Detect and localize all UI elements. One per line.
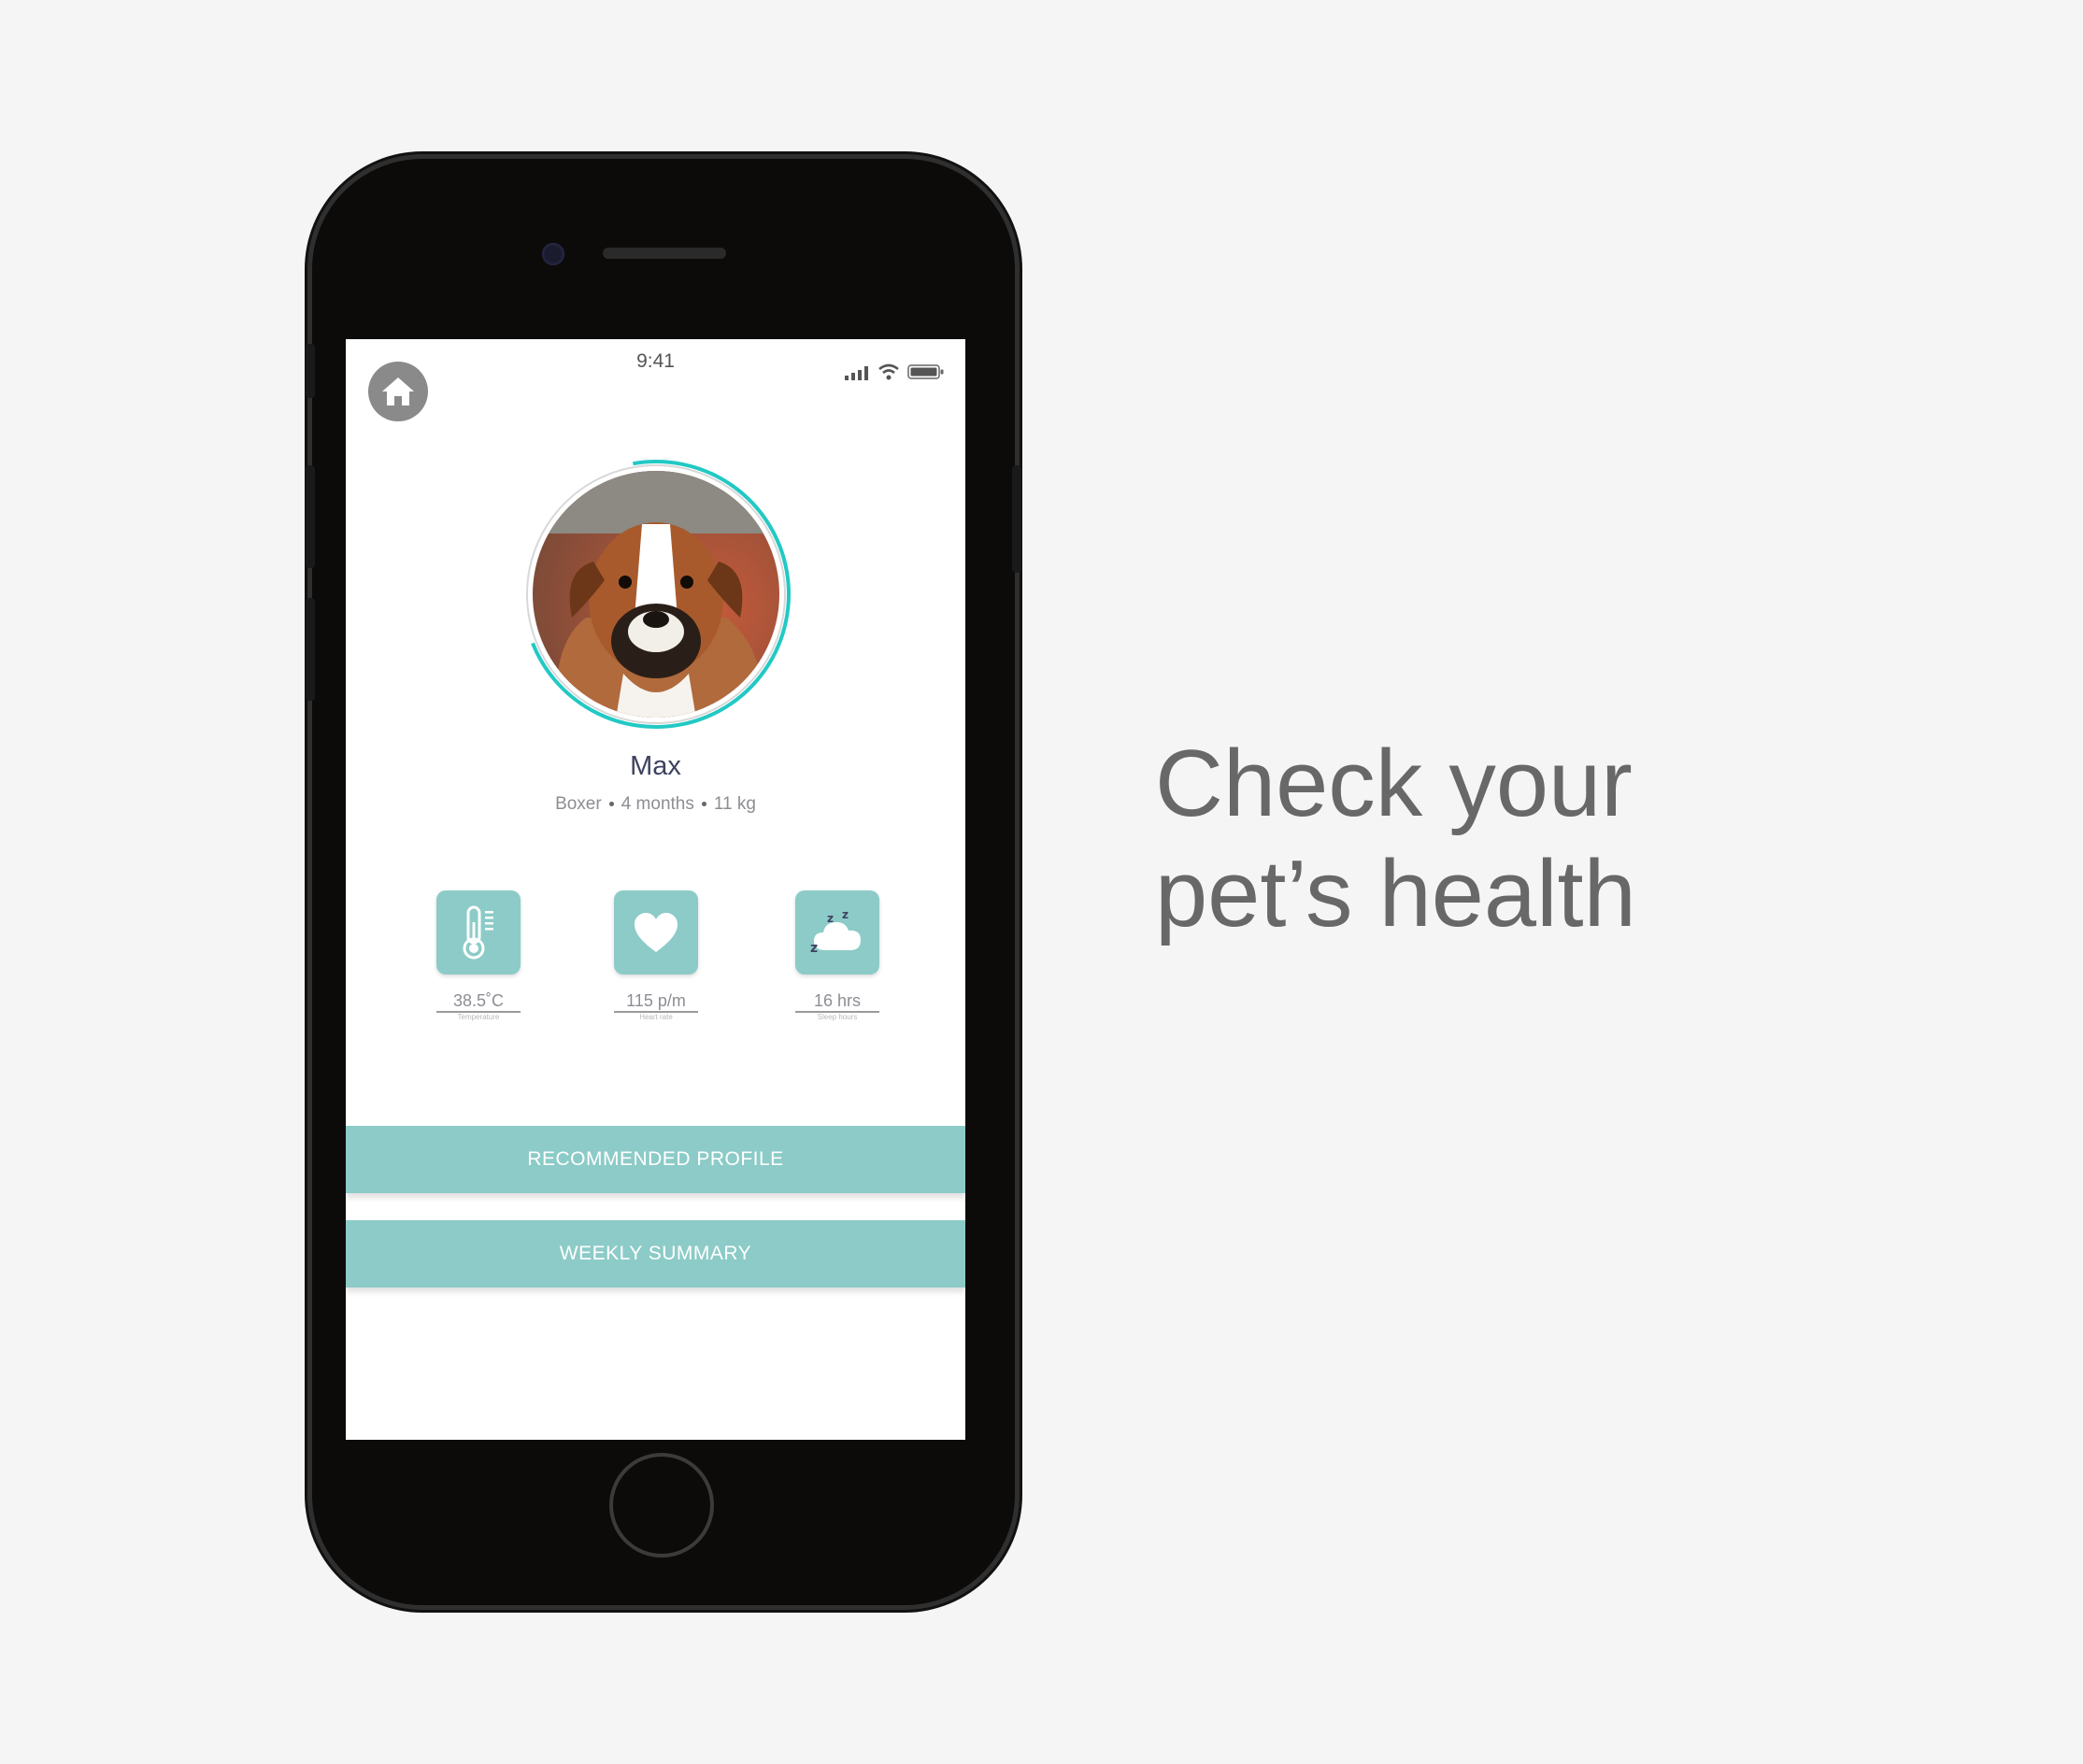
- pet-breed: Boxer: [555, 794, 602, 814]
- app-screen: 9:41 Max Boxer 4 months 11 kg 38.5˚C Tem…: [346, 339, 965, 1440]
- heart-rate-tile[interactable]: [614, 890, 698, 974]
- metric-sleep[interactable]: z z z 16 hrs Sleep hours: [791, 890, 884, 1022]
- sleep-caption: Sleep hours: [817, 1013, 858, 1021]
- heart-rate-value: 115 p/m: [614, 991, 698, 1013]
- home-icon: [382, 377, 414, 405]
- pet-avatar-wrapper: [521, 459, 792, 730]
- phone-silent-switch: [306, 344, 315, 398]
- wifi-icon: [878, 363, 899, 380]
- phone-home-button[interactable]: [609, 1453, 714, 1558]
- status-icons: [844, 363, 945, 380]
- metric-temperature[interactable]: 38.5˚C Temperature: [432, 890, 525, 1022]
- thermometer-icon: [463, 905, 493, 960]
- earpiece-speaker: [603, 248, 726, 259]
- phone-volume-up: [306, 465, 315, 568]
- pet-age: 4 months: [621, 794, 694, 814]
- headline-line-1: Check your: [1155, 732, 1633, 836]
- signal-icon: [845, 366, 868, 380]
- home-nav-button[interactable]: [368, 362, 428, 421]
- sleep-cloud-icon: z z z: [810, 909, 861, 956]
- temperature-tile[interactable]: [436, 890, 521, 974]
- battery-icon: [907, 364, 944, 379]
- pet-name: Max: [630, 751, 681, 781]
- marketing-headline: Check your pet’s health: [1155, 729, 1636, 949]
- separator-dot: [608, 802, 614, 807]
- front-camera: [542, 243, 564, 265]
- svg-text:z: z: [842, 909, 849, 921]
- headline-line-2: pet’s health: [1155, 842, 1636, 946]
- pet-details: Boxer 4 months 11 kg: [346, 794, 965, 815]
- sleep-tile[interactable]: z z z: [795, 890, 879, 974]
- metric-heart-rate[interactable]: 115 p/m Heart rate: [609, 890, 703, 1022]
- svg-text:z: z: [810, 941, 818, 956]
- separator-dot: [701, 802, 706, 807]
- temperature-value: 38.5˚C: [436, 991, 521, 1013]
- phone-volume-down: [306, 598, 315, 701]
- sleep-value: 16 hrs: [795, 991, 879, 1013]
- phone-power-button: [1012, 465, 1021, 573]
- pet-weight: 11 kg: [713, 794, 756, 814]
- heart-rate-caption: Heart rate: [639, 1013, 673, 1021]
- weekly-summary-button[interactable]: WEEKLY SUMMARY: [346, 1220, 965, 1287]
- pet-avatar[interactable]: [521, 459, 792, 730]
- heart-icon: [635, 913, 678, 952]
- svg-text:z: z: [827, 912, 834, 925]
- temperature-caption: Temperature: [457, 1013, 500, 1021]
- recommended-profile-button[interactable]: RECOMMENDED PROFILE: [346, 1126, 965, 1193]
